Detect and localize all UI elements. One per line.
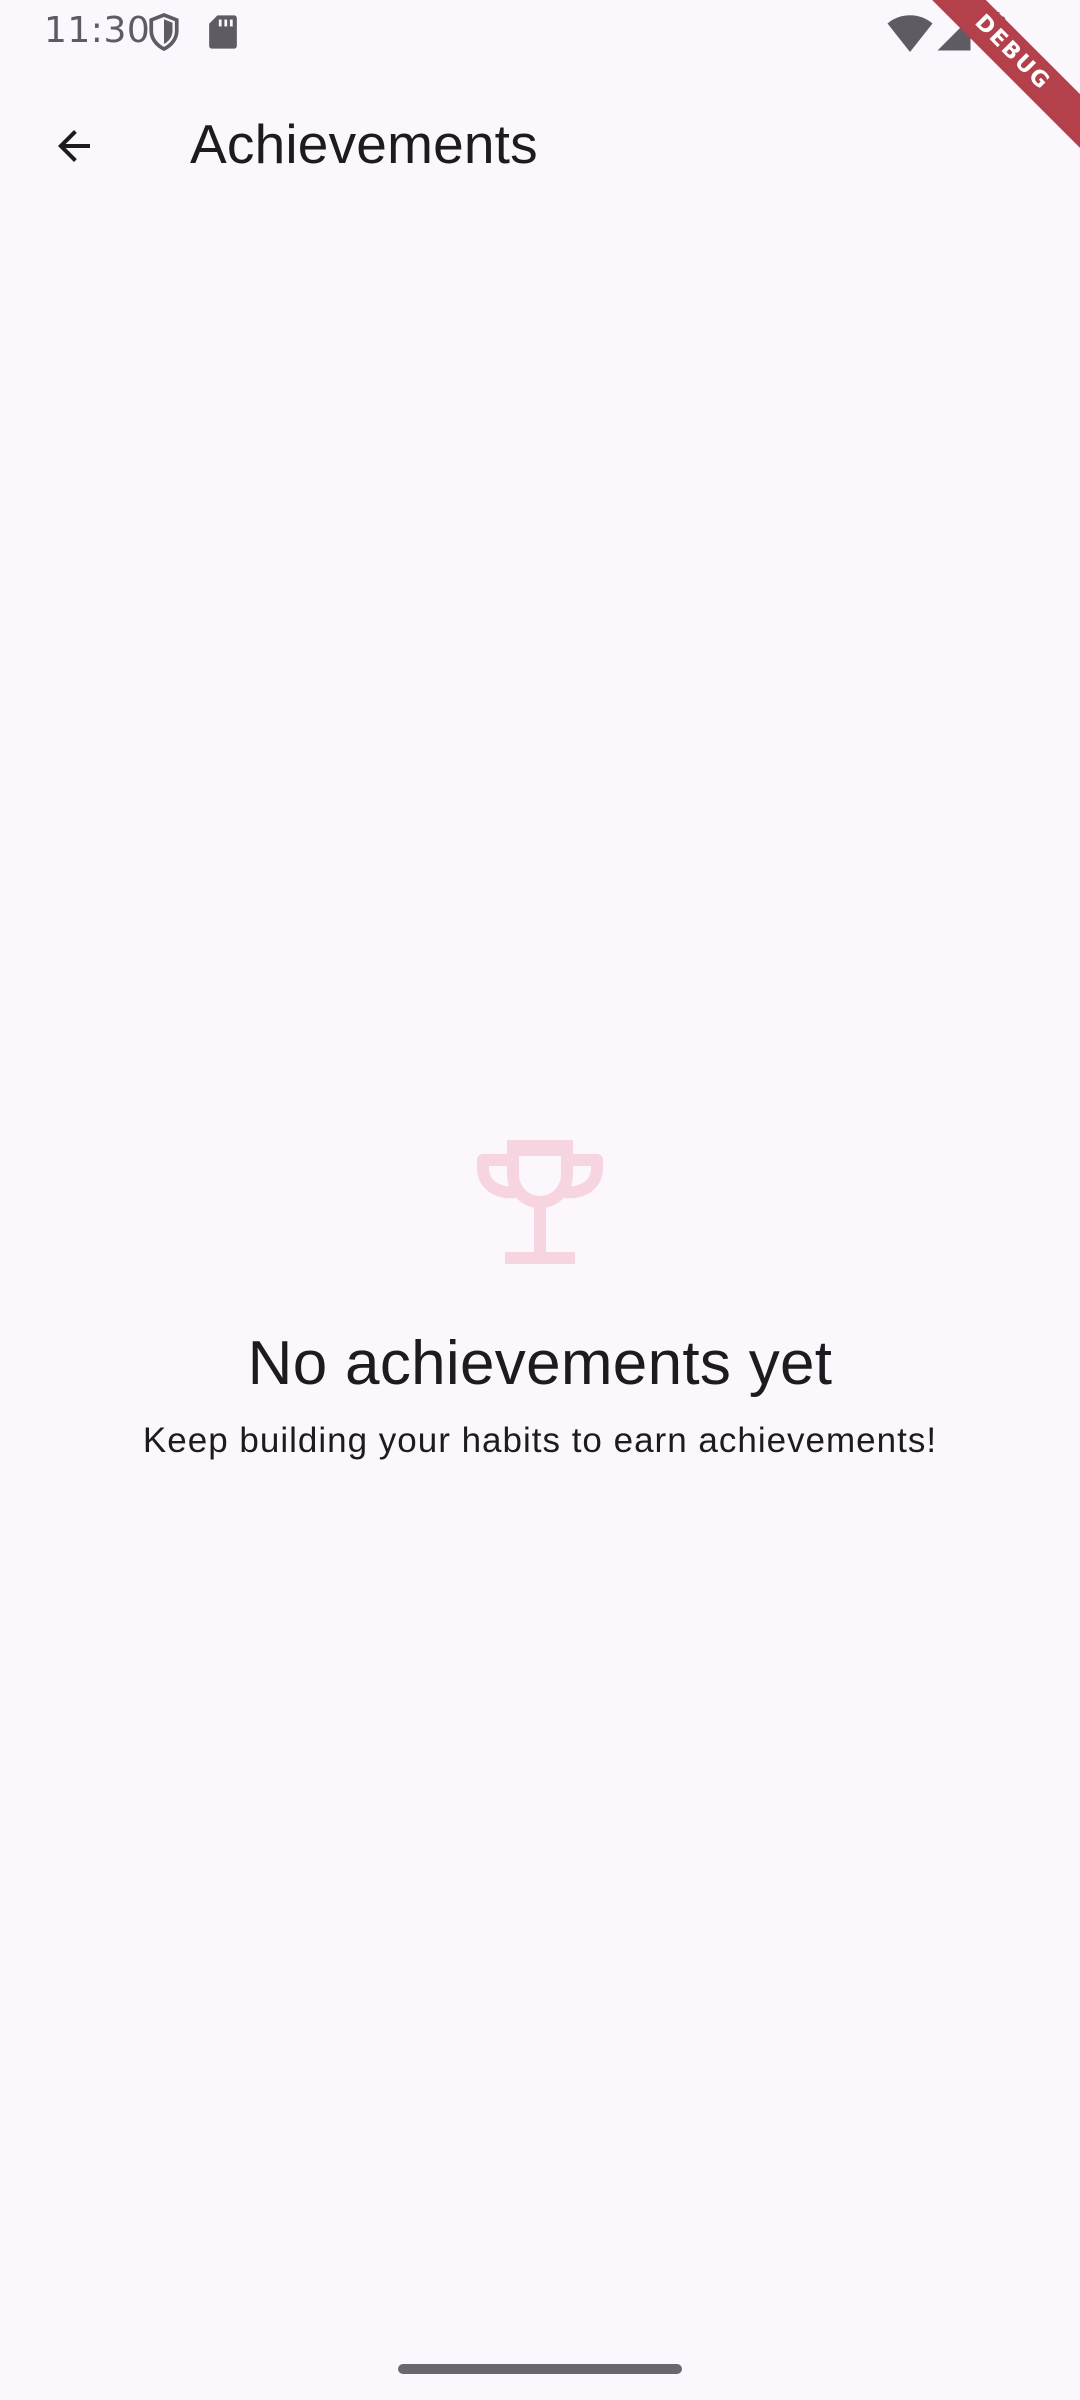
wifi-icon [887,15,933,52]
shield-icon [149,13,179,52]
sd-card-icon [209,15,237,49]
gesture-nav-handle[interactable] [398,2364,682,2374]
empty-state-title: No achievements yet [247,1329,833,1398]
page-title: Achievements [190,113,538,175]
back-button[interactable] [32,104,116,188]
trophy-icon [477,1140,603,1264]
empty-state-subtitle: Keep building your habits to earn achiev… [142,1421,938,1460]
status-time: 11:30 [44,10,151,51]
arrow-back-icon [58,130,90,162]
battery-icon [984,12,1006,50]
empty-state: No achievements yet Keep building your h… [0,1140,1080,1466]
app-bar: Achievements [0,62,1080,210]
signal-icon [937,17,971,51]
status-bar: 11:30 [0,0,1080,62]
